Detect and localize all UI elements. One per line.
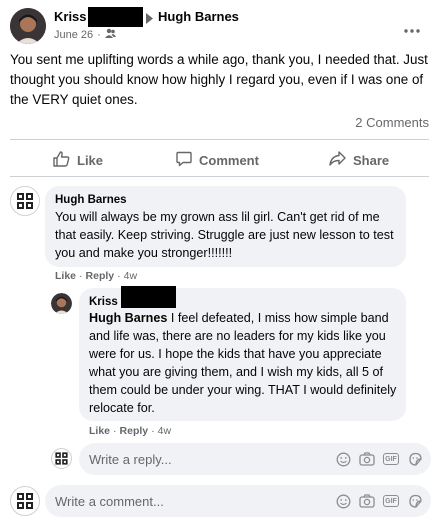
reply-body: I feel defeated, I miss how simple band …: [89, 311, 397, 415]
reply-bubble: Kriss Hugh Barnes I feel defeated, I mis…: [79, 286, 406, 421]
reply-input[interactable]: [89, 451, 335, 467]
emoji-icon[interactable]: [335, 451, 351, 467]
comment-input-tools: GIF: [335, 493, 423, 509]
comment-text: You will always be my grown ass lil girl…: [55, 210, 394, 260]
comment-author[interactable]: Hugh Barnes: [55, 194, 127, 206]
reply-reply-link[interactable]: Reply: [120, 425, 149, 437]
comment-input-box[interactable]: GIF: [45, 485, 431, 517]
sticker-icon[interactable]: [407, 451, 423, 467]
reply-like-link[interactable]: Like: [89, 425, 110, 437]
share-arrow-icon: [329, 151, 346, 169]
recipient-arrow-icon: [146, 11, 153, 29]
comment-label: Comment: [199, 153, 259, 168]
gif-icon[interactable]: GIF: [383, 453, 399, 465]
reply-age[interactable]: 4w: [158, 425, 171, 437]
comment-age[interactable]: 4w: [124, 270, 137, 282]
reply-author-avatar[interactable]: [51, 293, 72, 314]
mention-link[interactable]: Hugh Barnes: [89, 311, 167, 325]
camera-icon[interactable]: [359, 493, 375, 509]
separator-dot: ·: [117, 270, 121, 282]
sticker-icon[interactable]: [407, 493, 423, 509]
post-body: You sent me uplifting words a while ago,…: [10, 52, 428, 107]
current-user-avatar: [10, 486, 40, 516]
comment-actions: Like · Reply · 4w: [55, 270, 137, 282]
like-label: Like: [77, 153, 104, 168]
reply-input-tools: GIF: [335, 451, 423, 467]
camera-icon[interactable]: [359, 451, 375, 467]
commenter-avatar[interactable]: [10, 186, 40, 216]
share-button[interactable]: Share: [329, 151, 389, 169]
redacted-surname: [88, 7, 143, 27]
like-button[interactable]: Like: [53, 151, 103, 170]
separator-dot: ·: [113, 425, 117, 437]
comment-reply-link[interactable]: Reply: [86, 270, 115, 282]
post-author-name[interactable]: Kriss: [54, 9, 87, 24]
post-date[interactable]: June 26: [54, 29, 93, 41]
separator-dot: ·: [151, 425, 155, 437]
reply-actions: Like · Reply · 4w: [89, 425, 171, 437]
thumbs-up-icon: [53, 151, 70, 170]
redacted-surname: [121, 286, 176, 308]
comment-like-link[interactable]: Like: [55, 270, 76, 282]
divider: [10, 176, 429, 177]
post-recipient-name[interactable]: Hugh Barnes: [158, 9, 239, 24]
meta-separator: ·: [97, 28, 101, 41]
friends-audience-icon: [104, 28, 116, 41]
comments-count[interactable]: 2 Comments: [355, 115, 429, 130]
post-timestamp[interactable]: June 26 ·: [54, 28, 116, 41]
comment-bubble-icon: [176, 151, 192, 170]
share-label: Share: [353, 152, 390, 168]
gif-icon[interactable]: GIF: [383, 495, 399, 507]
post-options-icon[interactable]: [404, 20, 420, 38]
reply-author[interactable]: Kriss: [89, 296, 118, 308]
comment-bubble: Hugh Barnes You will always be my grown …: [45, 186, 406, 267]
comment-input[interactable]: [55, 493, 335, 509]
separator-dot: ·: [79, 270, 83, 282]
reply-text: Hugh Barnes I feel defeated, I miss how …: [89, 309, 401, 417]
post-author-avatar[interactable]: [10, 8, 46, 44]
emoji-icon[interactable]: [335, 493, 351, 509]
current-user-avatar: [51, 448, 72, 469]
divider: [10, 139, 429, 140]
reply-input-box[interactable]: GIF: [79, 443, 431, 475]
comment-button[interactable]: Comment: [176, 151, 259, 170]
